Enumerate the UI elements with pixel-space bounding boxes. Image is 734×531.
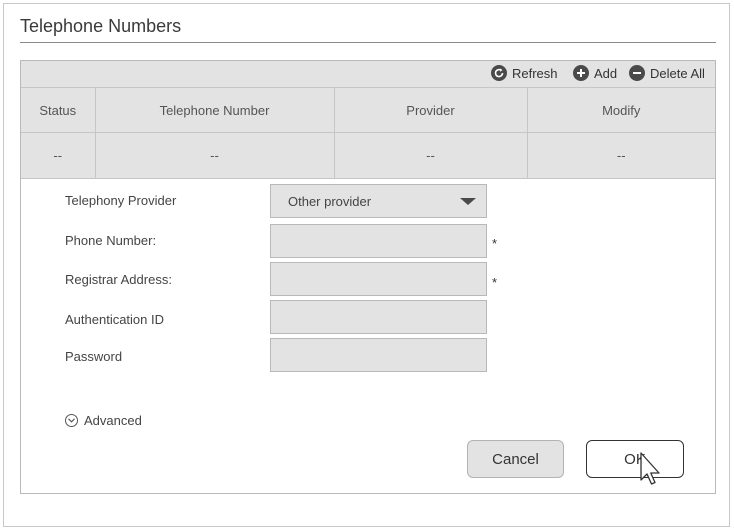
authentication-id-input[interactable] [270, 300, 487, 334]
required-mark: * [492, 275, 498, 290]
refresh-icon [491, 65, 507, 81]
column-header-telephone-number: Telephone Number [94, 87, 335, 133]
phone-number-label: Phone Number: [65, 233, 157, 248]
phone-number-input[interactable] [270, 224, 487, 258]
column-header-provider: Provider [333, 87, 528, 133]
plus-circle-icon [573, 65, 589, 81]
delete-all-button[interactable]: Delete All [629, 65, 705, 81]
registrar-address-label: Registrar Address: [65, 272, 172, 287]
telephone-numbers-panel: Refresh Add Delete All Status Telephone … [20, 60, 716, 494]
password-label: Password [65, 349, 123, 364]
cell-status: -- [21, 132, 96, 179]
table-row: -- -- -- -- [21, 132, 715, 179]
cancel-button[interactable]: Cancel [467, 440, 564, 478]
telephony-provider-label: Telephony Provider [65, 193, 177, 208]
minus-circle-icon [629, 65, 645, 81]
cell-provider: -- [333, 132, 528, 179]
cell-modify: -- [526, 132, 715, 179]
password-input[interactable] [270, 338, 487, 372]
add-button[interactable]: Add [573, 65, 617, 81]
telephone-numbers-table: Status Telephone Number Provider Modify … [21, 87, 715, 179]
telephony-provider-value: Other provider [288, 193, 372, 209]
cell-telephone-number: -- [94, 132, 335, 179]
delete-all-label: Delete All [650, 65, 705, 81]
column-header-modify: Modify [526, 87, 715, 133]
table-header-row: Status Telephone Number Provider Modify [21, 87, 715, 133]
registrar-address-input[interactable] [270, 262, 487, 296]
telephony-provider-select[interactable]: Other provider [270, 184, 487, 218]
mouse-pointer-icon [640, 452, 660, 485]
page-title: Telephone Numbers [20, 16, 182, 36]
add-label: Add [594, 65, 618, 81]
authentication-id-label: Authentication ID [65, 312, 165, 327]
column-header-status: Status [21, 87, 96, 133]
table-toolbar: Refresh Add Delete All [21, 61, 715, 87]
refresh-button[interactable]: Refresh [491, 65, 558, 81]
refresh-label: Refresh [512, 65, 558, 81]
required-mark: * [492, 236, 498, 251]
chevron-down-circle-icon [65, 414, 78, 427]
ok-button[interactable]: OK [586, 440, 684, 478]
dropdown-caret-icon [460, 198, 476, 205]
advanced-label: Advanced [84, 413, 142, 428]
title-divider [20, 42, 716, 43]
advanced-toggle[interactable]: Advanced [65, 413, 142, 428]
